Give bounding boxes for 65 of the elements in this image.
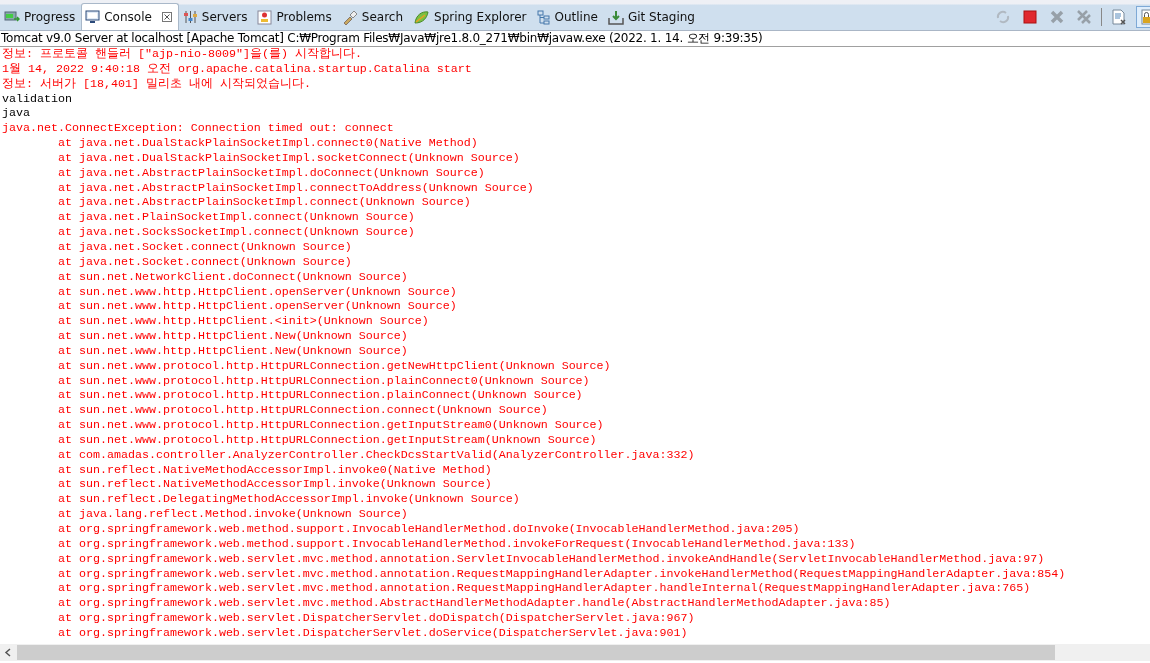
stack-trace-line: at sun.reflect.NativeMethodAccessorImpl.invoke0(Native Method) [58,462,492,478]
stack-trace-line: at sun.net.www.protocol.http.HttpURLConnection.getInputStream0(Unknown Source) [58,418,604,433]
stack-trace-line: at sun.net.www.protocol.http.HttpURLConnection.getNewHttpClient(Unknown Source) [58,358,611,374]
remove-icon [1049,8,1065,25]
stack-trace-line: at org.springframework.web.method.support.InvocableHandlerMethod.doInvoke(InvocableHandlerMethod.java:205) [58,522,800,537]
tab[interactable]: Problems [253,3,338,30]
stack-trace-line: at org.springframework.web.servlet.DispatcherServlet.doDispatch(DispatcherServlet.java:967) [58,611,695,626]
tab[interactable]: Spring Explorer [409,3,533,30]
tab[interactable]: Servers [178,3,254,30]
stack-trace-line: at java.net.PlainSocketImpl.connect(Unknown Source) [58,210,415,226]
close-icon[interactable] [161,12,172,22]
stack-trace-line: at org.springframework.web.servlet.mvc.method.annotation.ServletInvocableHandlerMethod.invokeAndHandle(ServletInvocableHandlerMethod.java:97) [58,551,1045,567]
console-line: 정보: 서버가 [18,401] 밀리초 내에 시작되었습니다. [2,76,311,92]
stack-trace-line: at org.springframework.web.servlet.DispatcherServlet.doService(DispatcherServlet.java:901) [58,625,688,641]
stack-trace-line: at sun.net.www.http.HttpClient.New(Unknown Source) [58,343,408,359]
tray-download-icon [607,9,624,25]
tab[interactable]: Git Staging [603,3,701,30]
stack-trace-line: at sun.net.www.protocol.http.HttpURLConnection.connect(Unknown Source) [58,403,548,419]
console-line: java [2,106,30,122]
sliders-icon [182,10,198,24]
leaf-icon [413,9,430,25]
stop-icon [1022,8,1038,25]
stack-trace-line: at sun.net.www.protocol.http.HttpURLConnection.getInputStream(Unknown Source) [58,432,597,448]
stack-trace-line: at sun.net.www.protocol.http.HttpURLConnection.plainConnect0(Unknown Source) [58,373,590,389]
remove-all-icon [1076,8,1092,25]
stack-trace-line: at java.lang.reflect.Method.invoke(Unknown Source) [58,507,408,522]
stack-trace-line: at sun.net.NetworkClient.doConnect(Unknown Source) [58,269,408,285]
stack-trace-line: at sun.net.www.http.HttpClient.openServer(Unknown Source) [58,284,457,300]
tab[interactable]: Console [81,3,179,30]
stack-trace-line: at java.net.DualStackPlainSocketImpl.connect0(Native Method) [58,136,478,151]
console-line: 1월 14, 2022 9:40:18 오전 org.apache.catalina.startup.Catalina start [2,61,472,77]
stack-trace-line: at java.net.Socket.connect(Unknown Source) [58,254,352,270]
warning-list-icon [257,9,273,25]
tab[interactable]: Outline [532,3,604,30]
stack-trace-line: at sun.net.www.protocol.http.HttpURLConnection.plainConnect(Unknown Source) [58,388,583,404]
stack-trace-line: at sun.reflect.DelegatingMethodAccessorImpl.invoke(Unknown Source) [58,492,520,508]
scrollbar-thumb[interactable] [17,645,1055,660]
stack-trace-line: at sun.net.www.http.HttpClient.<init>(Unknown Source) [58,314,429,330]
stack-trace-line: at java.net.DualStackPlainSocketImpl.socketConnect(Unknown Source) [58,150,520,166]
sync-icon [995,8,1011,25]
stack-trace-line: at org.springframework.web.method.support.InvocableHandlerMethod.invokeForRequest(InvocableHandlerMethod.java:133) [58,536,856,552]
flashlight-icon [341,9,358,25]
monitor-icon [85,10,101,24]
stack-trace-line: at sun.net.www.http.HttpClient.New(Unknown Source) [58,329,408,344]
stack-trace-line: at com.amadas.controller.AnalyzerController.CheckDcsStartValid(AnalyzerController.java:332) [58,447,695,463]
stack-trace-line: at java.net.Socket.connect(Unknown Source) [58,239,352,255]
console-line: validation [2,91,72,107]
stack-trace-line: at java.net.AbstractPlainSocketImpl.connect(Unknown Source) [58,195,471,211]
stack-trace-line: at sun.net.www.http.HttpClient.openServer(Unknown Source) [58,299,457,315]
stack-trace-line: at java.net.SocksSocketImpl.connect(Unknown Source) [58,225,415,240]
stack-trace-line: at org.springframework.web.servlet.mvc.method.annotation.RequestMappingHandlerAdapter.invokeHandlerMethod(RequestMappingHandlerAdapter.java:854) [58,566,1066,582]
stack-trace-line: at org.springframework.web.servlet.mvc.method.annotation.RequestMappingHandlerAdapter.handleInternal(RequestMappingHandlerAdapter.java:765) [58,581,1031,597]
stack-trace-line: at org.springframework.web.servlet.mvc.method.AbstractHandlerMethodAdapter.handle(AbstractHandlerMethodAdapter.java:85) [58,596,891,612]
process-label: Tomcat v9.0 Server at localhost [Apache Tomcat] C:₩Program Files₩Java₩jre1.8.0_271₩bin₩javaw.exe (2022. 1. 14. 오전 9:39:35) [1,31,763,45]
console-line: java.net.ConnectException: Connection timed out: connect [2,121,394,137]
console-line: 정보: 프로토콜 핸들러 ["ajp-nio-8009"]을(를) 시작합니다. [2,47,362,62]
tab[interactable]: Search [337,3,409,30]
outline-icon [536,9,551,25]
tab[interactable]: Progress [0,3,82,30]
stack-trace-line: at sun.reflect.NativeMethodAccessorImpl.invoke(Unknown Source) [58,477,492,493]
progress-icon [4,10,20,24]
clear-console-icon [1111,8,1127,25]
stack-trace-line: at java.net.AbstractPlainSocketImpl.doConnect(Unknown Source) [58,165,485,181]
stack-trace-line: at java.net.AbstractPlainSocketImpl.connectToAddress(Unknown Source) [58,180,534,196]
scroll-lock-icon [1139,8,1150,25]
